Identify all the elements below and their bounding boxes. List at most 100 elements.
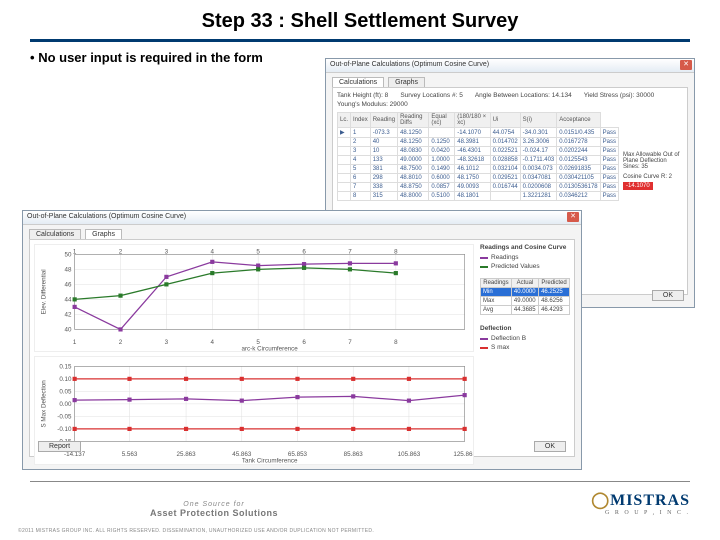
svg-text:Elev. Differential: Elev. Differential bbox=[40, 269, 47, 314]
table-cell: 0.016744 bbox=[490, 183, 520, 192]
dialog-body: 1234567812345678404244464850arc-k Circum… bbox=[29, 239, 575, 457]
table-cell: 0.0151/0.435 bbox=[557, 128, 600, 138]
table-cell: -48.32618 bbox=[455, 156, 490, 165]
dialog-titlebar: Out-of-Plane Calculations (Optimum Cosin… bbox=[326, 59, 694, 73]
table-cell: 48.3981 bbox=[455, 138, 490, 147]
table-cell: 0.0857 bbox=[429, 183, 455, 192]
sum-row[interactable]: Min40.000046.2525 bbox=[481, 288, 570, 297]
table-cell: 0.0420 bbox=[429, 147, 455, 156]
sum-cell: 48.6256 bbox=[539, 297, 570, 306]
table-row[interactable]: ▶1-073.348.1250-14.107044.0754-34.0.3010… bbox=[338, 128, 619, 138]
table-cell: 0.029521 bbox=[490, 174, 520, 183]
table-cell: 0.1250 bbox=[429, 138, 455, 147]
dialog-titlebar: Out-of-Plane Calculations (Optimum Cosin… bbox=[23, 211, 581, 225]
side-warn: -14.1070 bbox=[623, 182, 653, 190]
tab-calculations[interactable]: Calculations bbox=[332, 77, 384, 87]
table-cell: 48.1250 bbox=[398, 138, 429, 147]
side-label-2: Cosine Curve R: 2 bbox=[623, 174, 683, 180]
table-cell: Pass bbox=[600, 192, 618, 201]
table-header: Ui bbox=[490, 113, 520, 128]
table-cell: 4 bbox=[351, 156, 371, 165]
svg-text:1: 1 bbox=[73, 339, 77, 346]
table-cell: 0.014702 bbox=[490, 138, 520, 147]
table-cell: Pass bbox=[600, 138, 618, 147]
table-cell: 48.8010 bbox=[398, 174, 429, 183]
table-row[interactable]: 733848.87500.085749.00930.0167440.020060… bbox=[338, 183, 619, 192]
side-info: Max Allowable Out of Plane Deflection Si… bbox=[623, 148, 683, 190]
table-cell: 0.0034.073 bbox=[520, 165, 557, 174]
table-row[interactable]: 831548.80000.510048.18011.32212810.03462… bbox=[338, 192, 619, 201]
note-text: No user input is required in the form bbox=[38, 50, 263, 65]
legend-item: Predicted Values bbox=[480, 263, 570, 270]
sum-cell: 46.2525 bbox=[539, 288, 570, 297]
table-header: Equal (xc) bbox=[429, 113, 455, 128]
legend-label: S max bbox=[491, 344, 509, 351]
table-cell: -0.1711.403 bbox=[520, 156, 557, 165]
svg-text:105.863: 105.863 bbox=[398, 451, 421, 458]
close-icon[interactable]: ✕ bbox=[567, 212, 579, 222]
tagline-2: Asset Protection Solutions bbox=[150, 508, 278, 518]
table-cell bbox=[338, 192, 351, 201]
svg-text:40: 40 bbox=[65, 327, 72, 334]
table-cell bbox=[338, 156, 351, 165]
tab-graphs[interactable]: Graphs bbox=[85, 229, 122, 239]
param-angle: Angle Between Locations: 14.134 bbox=[475, 92, 572, 99]
tab-calculations[interactable]: Calculations bbox=[29, 229, 81, 239]
table-row[interactable]: 24048.12500.125048.39810.0147023.26.3006… bbox=[338, 138, 619, 147]
table-cell: 48.1750 bbox=[455, 174, 490, 183]
tabs: Calculations Graphs bbox=[23, 225, 581, 239]
sum-cell: 44.3685 bbox=[511, 306, 538, 315]
table-cell: 48.0830 bbox=[398, 147, 429, 156]
svg-text:arc-k Circumference: arc-k Circumference bbox=[242, 345, 299, 351]
ok-button[interactable]: OK bbox=[652, 290, 684, 301]
table-row[interactable]: 31048.08300.0420-46.43010.022521-0.024.1… bbox=[338, 147, 619, 156]
table-header: Index bbox=[351, 113, 371, 128]
table-cell: 298 bbox=[370, 174, 397, 183]
table-cell: 1.3221281 bbox=[520, 192, 557, 201]
logo-sub: G R O U P , I N C . bbox=[591, 510, 690, 516]
svg-text:-0.10: -0.10 bbox=[57, 426, 72, 433]
param-survey-loc: Survey Locations #: 5 bbox=[400, 92, 463, 99]
table-cell: 5 bbox=[351, 165, 371, 174]
logo: ◯MISTRAS G R O U P , I N C . bbox=[591, 490, 690, 516]
sum-row[interactable]: Max49.000048.6256 bbox=[481, 297, 570, 306]
ok-button[interactable]: OK bbox=[534, 441, 566, 452]
table-cell: 48.1250 bbox=[398, 128, 429, 138]
close-icon[interactable]: ✕ bbox=[680, 60, 692, 70]
sum-cell: 40.0000 bbox=[511, 288, 538, 297]
table-row[interactable]: 538148.75000.149046.10120.0321040.0034.0… bbox=[338, 165, 619, 174]
table-cell: 1.0000 bbox=[429, 156, 455, 165]
table-row[interactable]: 413349.00001.0000-48.326180.028858-0.171… bbox=[338, 156, 619, 165]
footer-divider bbox=[30, 481, 690, 482]
title-divider bbox=[30, 39, 690, 42]
params: Tank Height (ft): 8 Survey Locations #: … bbox=[337, 92, 683, 108]
sum-row[interactable]: Avg44.368546.4293 bbox=[481, 306, 570, 315]
table-cell: 3.26.3006 bbox=[520, 138, 557, 147]
table-cell: 40 bbox=[370, 138, 397, 147]
svg-text:0.15: 0.15 bbox=[59, 364, 72, 371]
svg-text:50: 50 bbox=[65, 251, 72, 258]
table-row[interactable]: 629848.80100.600048.17500.0295210.034708… bbox=[338, 174, 619, 183]
table-header: Reading bbox=[370, 113, 397, 128]
svg-text:85.863: 85.863 bbox=[344, 451, 364, 458]
tab-graphs[interactable]: Graphs bbox=[388, 77, 425, 87]
sum-cell: Max bbox=[481, 297, 512, 306]
table-cell: 0.0346212 bbox=[557, 192, 600, 201]
svg-text:-0.05: -0.05 bbox=[57, 414, 72, 421]
table-cell: 0.02691835 bbox=[557, 165, 600, 174]
table-header: Lc. bbox=[338, 113, 351, 128]
table-cell: 44.0754 bbox=[490, 128, 520, 138]
table-header: (180/180 × xc) bbox=[455, 113, 490, 128]
table-cell bbox=[338, 138, 351, 147]
table-cell bbox=[338, 183, 351, 192]
table-header: Reading Diffs bbox=[398, 113, 429, 128]
param-yield: Yield Stress (psi): 30000 bbox=[584, 92, 655, 99]
dialog-title-text: Out-of-Plane Calculations (Optimum Cosin… bbox=[27, 213, 186, 220]
report-button[interactable]: Report bbox=[38, 441, 81, 452]
slide-note: • No user input is required in the form bbox=[30, 50, 310, 67]
table-cell: 6 bbox=[351, 174, 371, 183]
svg-text:-14.137: -14.137 bbox=[64, 451, 86, 458]
table-cell: 48.8750 bbox=[398, 183, 429, 192]
legend-label: Deflection B bbox=[491, 335, 526, 342]
table-cell: 7 bbox=[351, 183, 371, 192]
